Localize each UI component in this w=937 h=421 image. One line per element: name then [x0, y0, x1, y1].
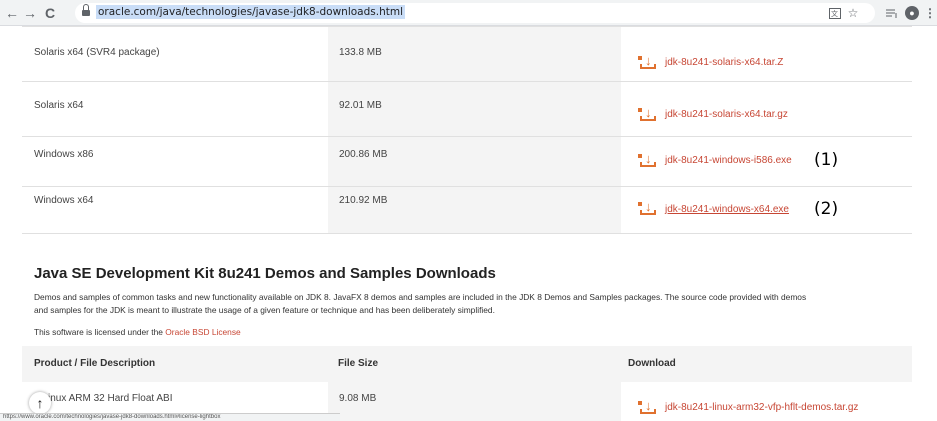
description-text: and samples for the JDK is meant to illu…: [34, 305, 495, 315]
file-size: 210.92 MB: [339, 195, 388, 206]
annotation-label: (2): [814, 199, 839, 219]
file-size: 133.8 MB: [339, 47, 382, 58]
back-to-top-button[interactable]: ↑: [29, 392, 51, 414]
header-product: Product / File Description: [34, 358, 156, 369]
license-link[interactable]: Oracle BSD License: [165, 327, 240, 337]
star-icon[interactable]: ☆: [846, 4, 860, 22]
header-file-size: File Size: [338, 358, 379, 369]
back-arrow-icon[interactable]: ←: [4, 4, 20, 22]
reload-icon[interactable]: C: [42, 4, 58, 22]
table-header: Product / File Description File Size Dow…: [22, 346, 912, 382]
product-name: Solaris x64: [34, 100, 84, 111]
status-bar-url: https://www.oracle.com/technologies/java…: [0, 413, 340, 421]
download-icon[interactable]: ↓: [638, 106, 658, 122]
product-name: Windows x86: [34, 149, 94, 160]
table-row: Solaris x64 (SVR4 package) 133.8 MB ↓ jd…: [22, 26, 912, 81]
more-icon[interactable]: ⋮: [924, 4, 936, 22]
license-text: This software is licensed under the Orac…: [34, 327, 241, 337]
table-row: Windows x86 200.86 MB ↓ jdk-8u241-window…: [22, 136, 912, 186]
download-icon[interactable]: ↓: [638, 200, 658, 216]
section-title: Java SE Development Kit 8u241 Demos and …: [34, 265, 496, 282]
browser-toolbar: ← → C oracle.com/java/technologies/javas…: [0, 0, 937, 26]
reading-list-icon[interactable]: [885, 4, 899, 22]
arrow-up-icon: ↑: [36, 395, 44, 411]
lock-icon: [82, 4, 90, 17]
product-name: inux ARM 32 Hard Float ABI: [48, 393, 173, 404]
download-icon[interactable]: ↓: [638, 152, 658, 168]
download-icon[interactable]: ↓: [638, 399, 658, 415]
download-link[interactable]: jdk-8u241-linux-arm32-vfp-hflt-demos.tar…: [665, 402, 858, 413]
product-name: Windows x64: [34, 195, 94, 206]
profile-icon[interactable]: ●: [905, 6, 919, 20]
download-link[interactable]: jdk-8u241-windows-i586.exe: [665, 155, 792, 166]
file-size: 9.08 MB: [339, 393, 377, 404]
download-icon[interactable]: ↓: [638, 54, 658, 70]
header-download: Download: [628, 358, 676, 369]
annotation-label: (1): [814, 150, 839, 170]
product-name: Solaris x64 (SVR4 package): [34, 47, 160, 58]
file-size: 92.01 MB: [339, 100, 382, 111]
address-bar-url[interactable]: oracle.com/java/technologies/javase-jdk8…: [96, 5, 405, 19]
download-link[interactable]: jdk-8u241-solaris-x64.tar.gz: [665, 109, 788, 120]
description-text: Demos and samples of common tasks and ne…: [34, 292, 807, 302]
table-row: Windows x64 210.92 MB ↓ jdk-8u241-window…: [22, 186, 912, 234]
download-link[interactable]: jdk-8u241-windows-x64.exe: [665, 204, 789, 215]
forward-arrow-icon[interactable]: →: [22, 4, 38, 22]
svg-text:文: 文: [831, 9, 838, 18]
file-size: 200.86 MB: [339, 149, 388, 160]
table-row: Solaris x64 92.01 MB ↓ jdk-8u241-solaris…: [22, 81, 912, 136]
translate-icon[interactable]: 文: [828, 4, 842, 22]
download-link[interactable]: jdk-8u241-solaris-x64.tar.Z: [665, 57, 783, 68]
